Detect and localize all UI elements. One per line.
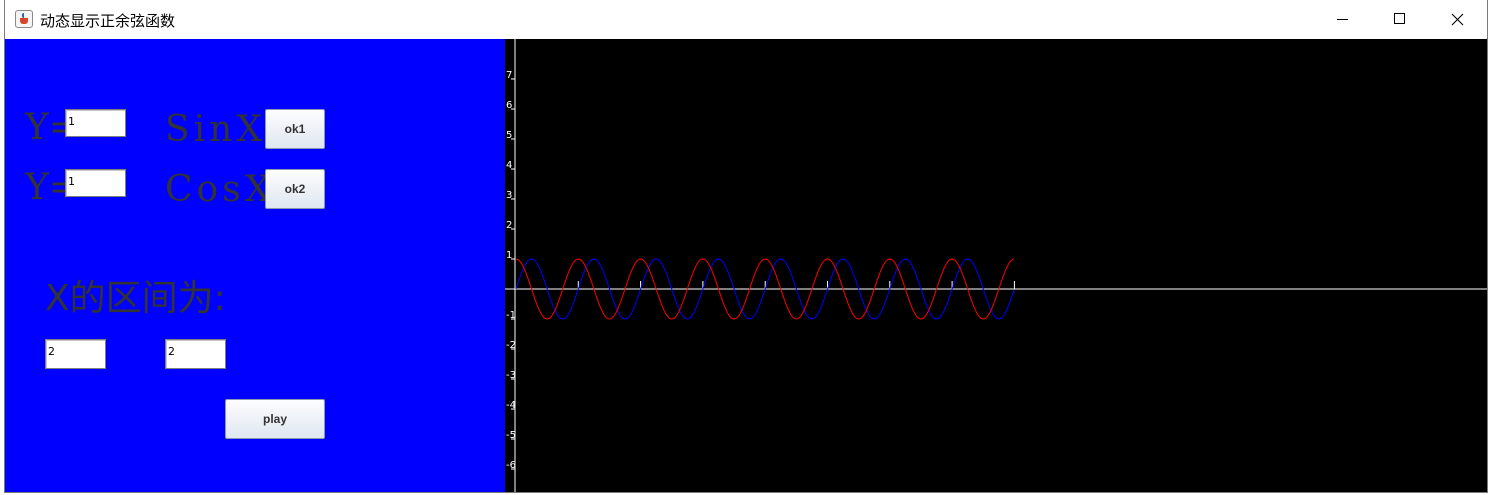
app-window: 动态显示正余弦函数 Y= 1 SinX ok1 Y= 1 CosX ok2 X的… [4,0,1488,493]
interval-start-input[interactable]: 2 [45,339,106,369]
y-tick-label: 7 [506,70,512,81]
cos-function-label: CosX [165,169,275,210]
close-button[interactable] [1429,0,1487,39]
play-button[interactable]: play [225,399,325,439]
sin-function-label: SinX [165,109,266,150]
maximize-button[interactable] [1371,0,1429,39]
java-cup-icon [15,10,33,28]
window-title: 动态显示正余弦函数 [40,12,176,30]
y-tick-label: 6 [506,100,512,111]
x-interval-label: X的区间为: [45,278,226,319]
y-tick-label: -6 [506,460,516,471]
y-tick-label: 2 [506,220,512,231]
y-tick-label: -4 [506,400,516,411]
title-bar[interactable]: 动态显示正余弦函数 [5,0,1487,39]
ok2-button[interactable]: ok2 [265,169,325,209]
y-tick-label: -2 [506,340,516,351]
y-tick-label: 4 [506,160,512,171]
function-plot: 7 6 5 4 3 2 1 -1 -2 -3 -4 -5 -6 [505,39,1487,492]
interval-end-input[interactable]: 2 [165,339,226,369]
ok1-button[interactable]: ok1 [265,109,325,149]
y-tick-label: 1 [506,250,512,261]
maximize-icon [1394,13,1405,24]
sin-amplitude-input[interactable]: 1 [65,109,126,137]
y-tick-label: -1 [506,310,516,321]
close-icon [1451,13,1464,26]
minimize-button[interactable] [1313,0,1371,39]
minimize-icon [1337,19,1348,20]
y-tick-label: -3 [506,370,516,381]
y-tick-label: -5 [506,430,516,441]
cos-amplitude-input[interactable]: 1 [65,169,126,197]
graph-canvas: 7 6 5 4 3 2 1 -1 -2 -3 -4 -5 -6 [505,39,1487,492]
y-tick-label: 3 [506,190,512,201]
control-panel: Y= 1 SinX ok1 Y= 1 CosX ok2 X的区间为: 2 2 p… [5,39,505,492]
y-tick-label: 5 [506,130,512,141]
